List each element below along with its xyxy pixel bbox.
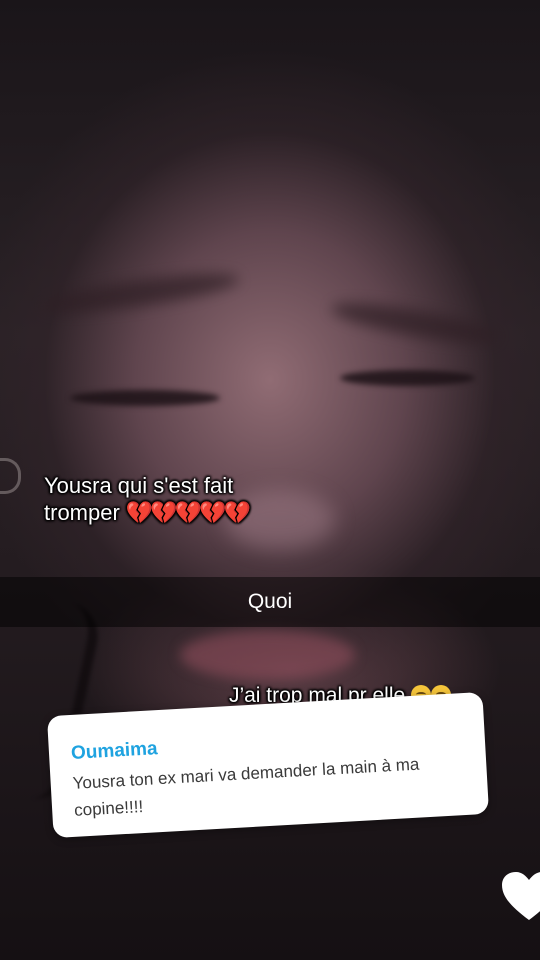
broken-heart-emojis: 💔💔💔💔💔 [125, 500, 251, 525]
top-caption: Yousra qui s'est fait tromper 💔💔💔💔💔 [44, 472, 304, 526]
reply-card[interactable]: Oumaima Yousra ton ex mari va demander l… [46, 691, 490, 839]
face-left-brow [39, 266, 241, 320]
face-left-eye [70, 390, 220, 406]
face-mouth [180, 630, 355, 680]
reply-author-name: Oumaima [70, 738, 159, 764]
face-right-eye [340, 370, 475, 386]
snap-caption-text: Quoi [247, 590, 293, 613]
heart-icon [502, 872, 540, 920]
like-button[interactable] [500, 870, 540, 926]
earring [0, 458, 21, 494]
face-right-brow [329, 295, 501, 351]
snap-caption-bar: Quoi [0, 577, 540, 627]
